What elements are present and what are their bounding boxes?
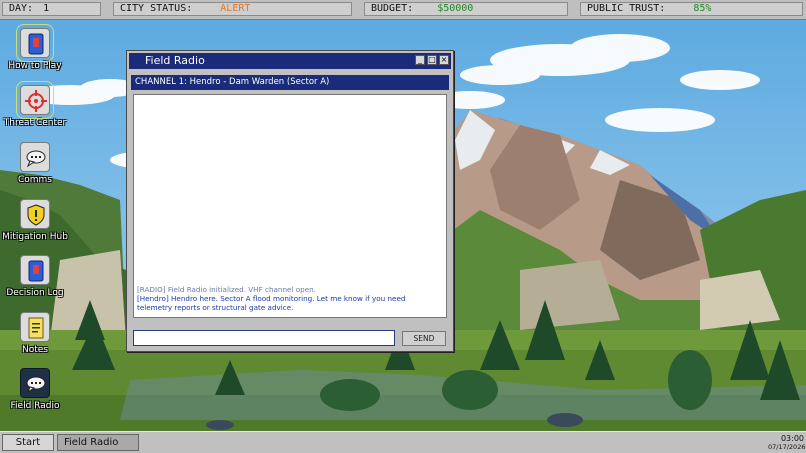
budget-indicator: BUDGET: $50000 (364, 2, 568, 16)
close-button[interactable]: × (439, 55, 449, 65)
minimize-button[interactable]: _ (415, 55, 425, 65)
radio-message-log[interactable]: [RADIO] Field Radio initialized. VHF cha… (133, 94, 447, 318)
public-trust-label: PUBLIC TRUST: (587, 3, 666, 14)
public-trust-indicator: PUBLIC TRUST: 85% (580, 2, 803, 16)
budget-label: BUDGET: (371, 3, 414, 14)
status-bar: DAY: 1 CITY STATUS: ALERT BUDGET: $50000… (0, 0, 806, 20)
day-label: DAY: (9, 3, 34, 14)
desktop-icon-label: How to Play (8, 61, 62, 71)
desktop-icon-decision-log[interactable]: Decision Log (0, 255, 70, 298)
taskbar: Start Field Radio 03:00 07/17/2026 (0, 431, 806, 453)
book-icon (16, 24, 54, 62)
day-indicator: DAY: 1 (2, 2, 101, 16)
desktop-icon-field-radio[interactable]: Field Radio (0, 368, 70, 411)
desktop-icon-label: Threat Center (3, 118, 67, 128)
desktop-icon-label: Field Radio (10, 401, 60, 411)
desktop-icon-notes[interactable]: Notes (0, 312, 70, 355)
notepad-icon (20, 312, 50, 342)
day-value: 1 (43, 3, 50, 14)
maximize-button[interactable]: □ (427, 55, 437, 65)
window-title: Field Radio (145, 54, 205, 67)
city-status-value: ALERT (220, 3, 251, 14)
taskbar-item-field-radio[interactable]: Field Radio (57, 434, 139, 451)
desktop-icon-label: Notes (22, 345, 48, 355)
message-input[interactable] (133, 330, 395, 346)
city-status-indicator: CITY STATUS: ALERT (113, 2, 352, 16)
send-button[interactable]: SEND (402, 331, 446, 346)
taskbar-clock: 03:00 07/17/2026 (768, 434, 806, 452)
book-icon (20, 255, 50, 285)
clock-date: 07/17/2026 (768, 443, 806, 451)
public-trust-value: 85% (693, 3, 712, 14)
budget-value: $50000 (437, 3, 474, 14)
desktop-icon-label: Decision Log (6, 288, 64, 298)
desktop-icon-how-to-play[interactable]: How to Play (0, 24, 70, 71)
clock-time: 03:00 (780, 434, 804, 443)
field-radio-window: Field Radio _ □ × CHANNEL 1: Hendro - Da… (126, 50, 454, 352)
system-message: [RADIO] Field Radio initialized. VHF cha… (137, 285, 316, 294)
chat-icon (20, 368, 50, 398)
contact-message: [Hendro] Hendro here. Sector A flood mon… (137, 294, 406, 312)
desktop: DAY: 1 CITY STATUS: ALERT BUDGET: $50000… (0, 0, 806, 453)
desktop-icon-comms[interactable]: Comms (0, 142, 70, 185)
desktop-icon-label: Comms (17, 175, 52, 185)
desktop-icon-label: Mitigation Hub (2, 232, 68, 242)
start-button[interactable]: Start (2, 434, 54, 451)
chat-icon (20, 142, 50, 172)
crosshair-icon (16, 81, 54, 119)
window-title-bar[interactable]: Field Radio _ □ × (129, 53, 451, 69)
city-status-label: CITY STATUS: (120, 3, 193, 14)
desktop-icon-mitigation-hub[interactable]: Mitigation Hub (0, 199, 70, 242)
desktop-icon-threat-center[interactable]: Threat Center (0, 81, 70, 128)
shield-alert-icon (20, 199, 50, 229)
channel-header: CHANNEL 1: Hendro - Dam Warden (Sector A… (131, 75, 449, 90)
